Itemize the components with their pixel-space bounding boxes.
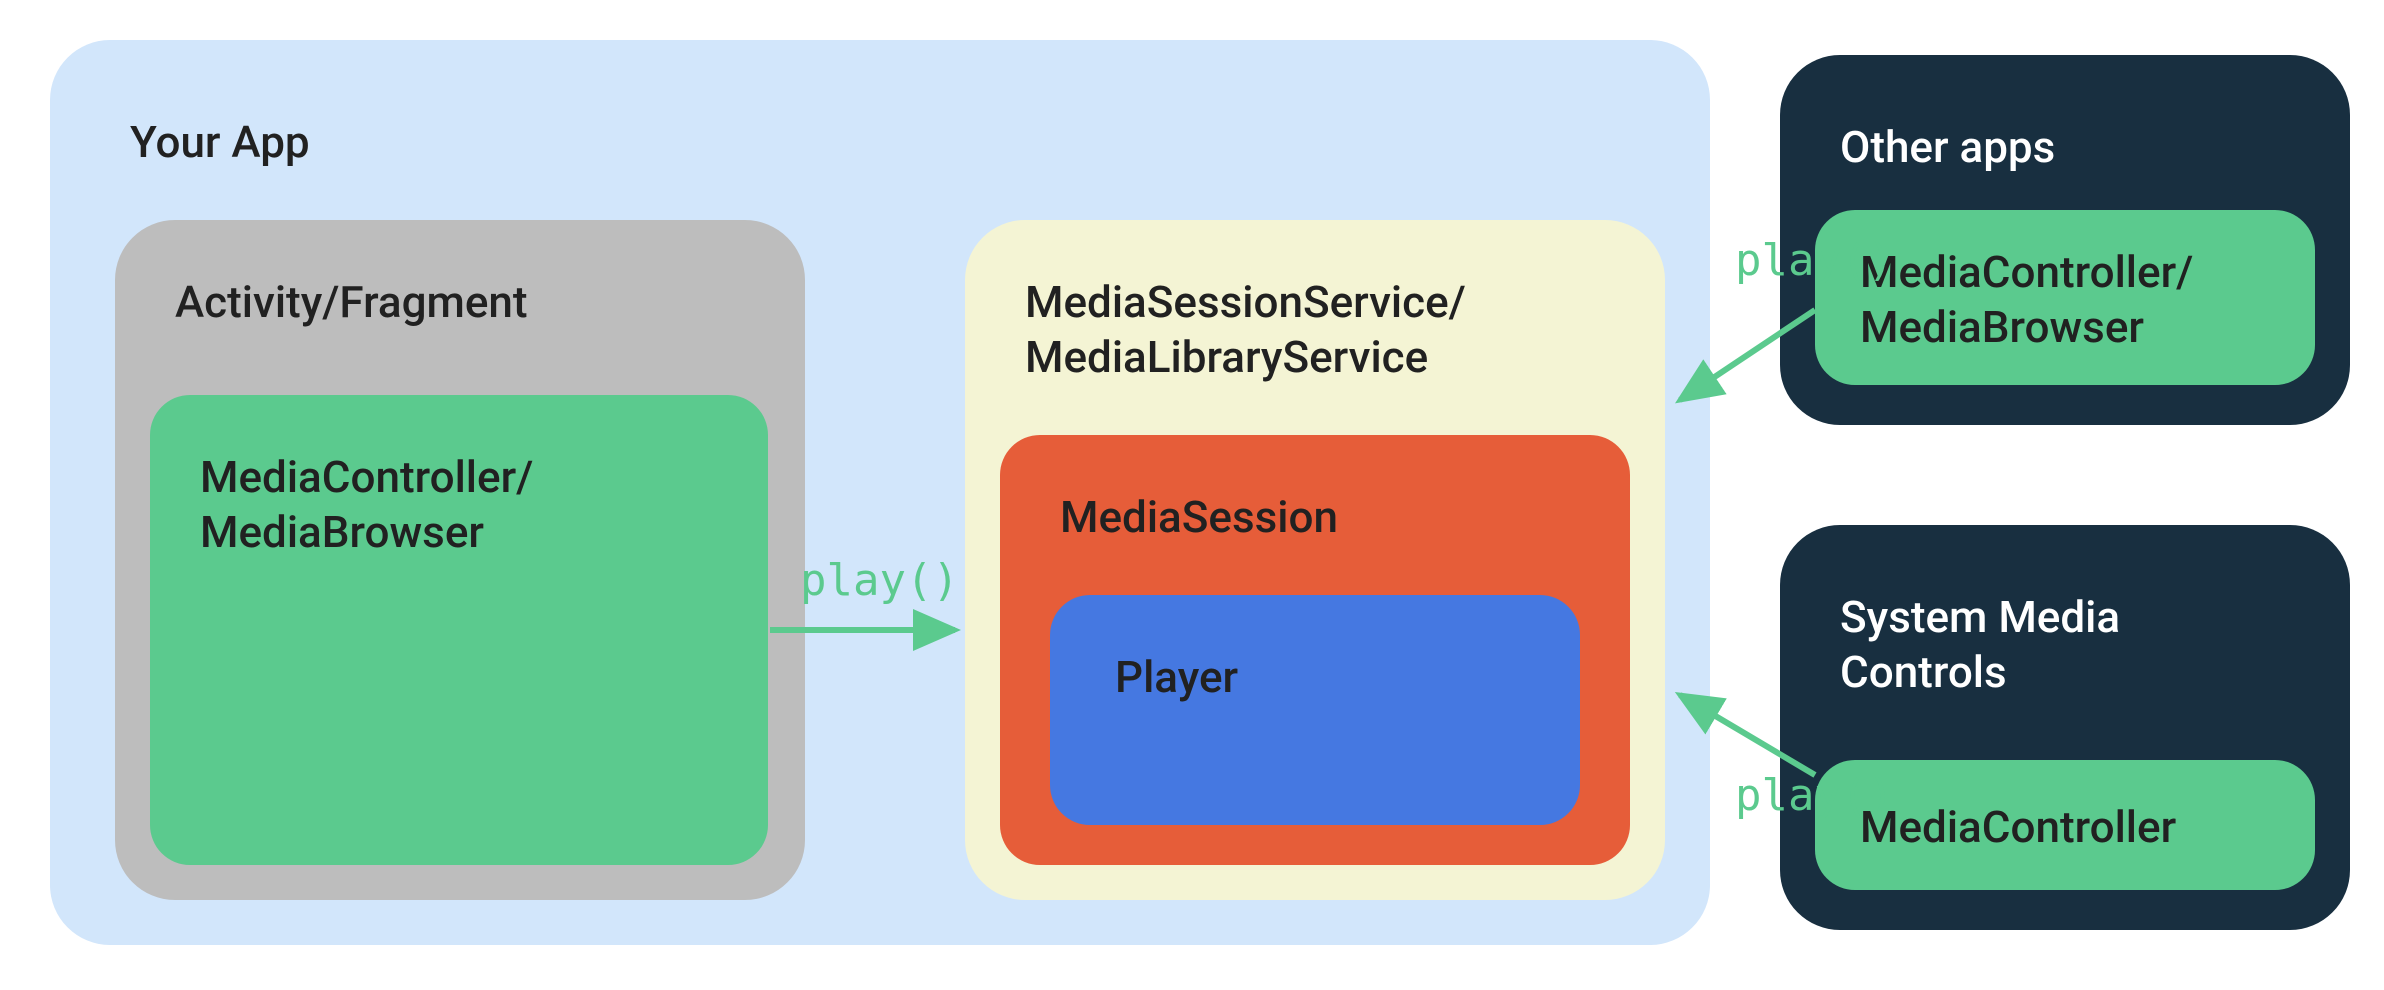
play-label-system: play() [1735, 770, 1894, 821]
play-label-other-apps: play() [1735, 235, 1894, 286]
media-session-label: MediaSession [1060, 490, 1338, 545]
activity-fragment-title: Activity/Fragment [175, 275, 528, 330]
player-box [1050, 595, 1580, 825]
system-controls-title: System Media Controls [1840, 590, 2120, 700]
play-label-internal: play() [800, 555, 959, 606]
service-title: MediaSessionService/ MediaLibraryService [1025, 275, 1466, 385]
player-label: Player [1115, 650, 1238, 705]
app-media-controller-label: MediaController/ MediaBrowser [200, 450, 533, 560]
other-apps-controller-label: MediaController/ MediaBrowser [1860, 245, 2193, 355]
other-apps-title: Other apps [1840, 120, 2055, 175]
your-app-title: Your App [130, 115, 310, 170]
system-controls-controller-label: MediaController [1860, 800, 2176, 855]
